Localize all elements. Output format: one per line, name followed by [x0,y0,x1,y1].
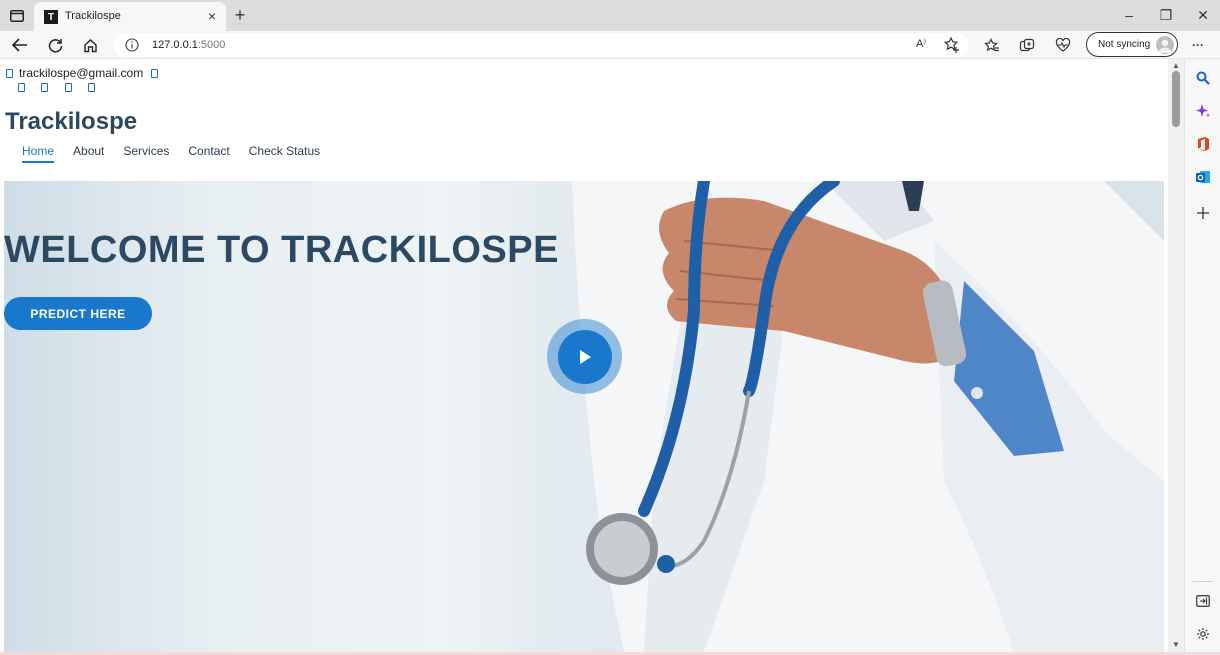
home-button[interactable] [78,34,102,56]
url-host: 127.0.0.1 [152,39,198,51]
collections-icon [1019,38,1035,51]
browser-essentials-button[interactable] [1051,34,1075,56]
nav-about[interactable]: About [73,144,104,163]
home-icon [83,38,97,52]
hero-section: WELCOME TO TRACKILOSPE PREDICT HERE [4,181,1164,652]
sidebar-divider [1193,581,1213,582]
add-favorite-icon[interactable] [943,36,961,54]
search-icon [1196,71,1210,85]
more-button[interactable]: ··· [1186,34,1210,56]
contact-email[interactable]: trackilospe@gmail.com [19,66,143,80]
close-window-button[interactable]: ✕ [1188,4,1218,26]
nav-check-status[interactable]: Check Status [249,144,320,163]
favorites-icon [984,37,999,51]
browser-tab[interactable]: T Trackilospe × [34,2,226,31]
sidebar-copilot-button[interactable] [1193,101,1213,121]
sidebar-search-button[interactable] [1193,68,1213,88]
profile-sync-button[interactable]: Not syncing [1086,32,1178,57]
avatar-icon [1158,39,1172,53]
page-scrollbar[interactable]: ▲ ▼ [1168,59,1184,652]
main-nav: Home About Services Contact Check Status [22,144,339,163]
url-port: :5000 [197,39,226,51]
site-logo[interactable]: Trackilospe [5,108,137,136]
favorites-button[interactable] [980,34,1004,56]
nav-contact[interactable]: Contact [188,144,229,163]
scroll-down-arrow[interactable]: ▼ [1171,640,1181,650]
tab-strip: T Trackilospe × + – ❐ ✕ [0,0,1220,31]
nav-services[interactable]: Services [123,144,169,163]
site-topbar: trackilospe@gmail.com [0,59,1168,99]
read-aloud-button[interactable]: A⁾ [916,37,926,50]
video-play-button[interactable] [547,319,622,394]
phone-icon [151,69,158,78]
linkedin-icon[interactable] [88,83,95,92]
new-tab-button[interactable]: + [230,5,250,25]
address-url[interactable]: 127.0.0.1:5000 [152,39,225,51]
facebook-icon[interactable] [41,83,48,92]
refresh-button[interactable] [43,34,67,56]
sidebar-settings-button[interactable] [1193,624,1213,644]
split-screen-icon [1196,595,1210,607]
back-button[interactable] [8,34,32,56]
play-icon [579,349,591,364]
browser-essentials-icon [1055,38,1071,52]
address-bar[interactable]: 127.0.0.1:5000 A⁾ [113,33,968,57]
twitter-icon[interactable] [18,83,25,92]
sync-label: Not syncing [1098,39,1151,50]
scroll-thumb[interactable] [1172,71,1180,127]
refresh-icon [48,38,62,53]
info-icon[interactable] [125,38,139,52]
office-icon [1198,137,1209,151]
restore-button[interactable]: ❐ [1151,4,1181,26]
minimize-button[interactable]: – [1114,4,1144,26]
add-icon [1197,207,1209,219]
sidebar-outlook-button[interactable] [1193,167,1213,187]
hero-title: WELCOME TO TRACKILOSPE [4,229,559,271]
sidebar-office-button[interactable] [1193,134,1213,154]
settings-icon [1197,628,1209,640]
edge-sidebar [1184,59,1220,652]
tab-title: Trackilospe [65,10,121,22]
avatar [1156,36,1174,54]
outlook-icon [1196,171,1210,183]
collections-button[interactable] [1015,34,1039,56]
copilot-icon [1196,104,1211,118]
tab-actions-button[interactable] [6,5,28,27]
predict-button[interactable]: PREDICT HERE [4,297,152,330]
page-viewport: trackilospe@gmail.com Trackilospe Home A… [0,59,1168,652]
tab-favicon: T [44,10,58,24]
sidebar-add-button[interactable] [1193,203,1213,223]
scroll-up-arrow[interactable]: ▲ [1171,61,1181,71]
envelope-icon [6,69,13,78]
play-button-core [557,329,612,384]
sidebar-toggle-icon [10,10,24,22]
nav-home[interactable]: Home [22,144,55,163]
tab-close-button[interactable]: × [204,8,220,24]
back-icon [12,38,27,52]
instagram-icon[interactable] [65,83,72,92]
sidebar-split-screen-button[interactable] [1193,591,1213,611]
browser-toolbar: 127.0.0.1:5000 A⁾ Not syncing ··· [0,31,1220,59]
